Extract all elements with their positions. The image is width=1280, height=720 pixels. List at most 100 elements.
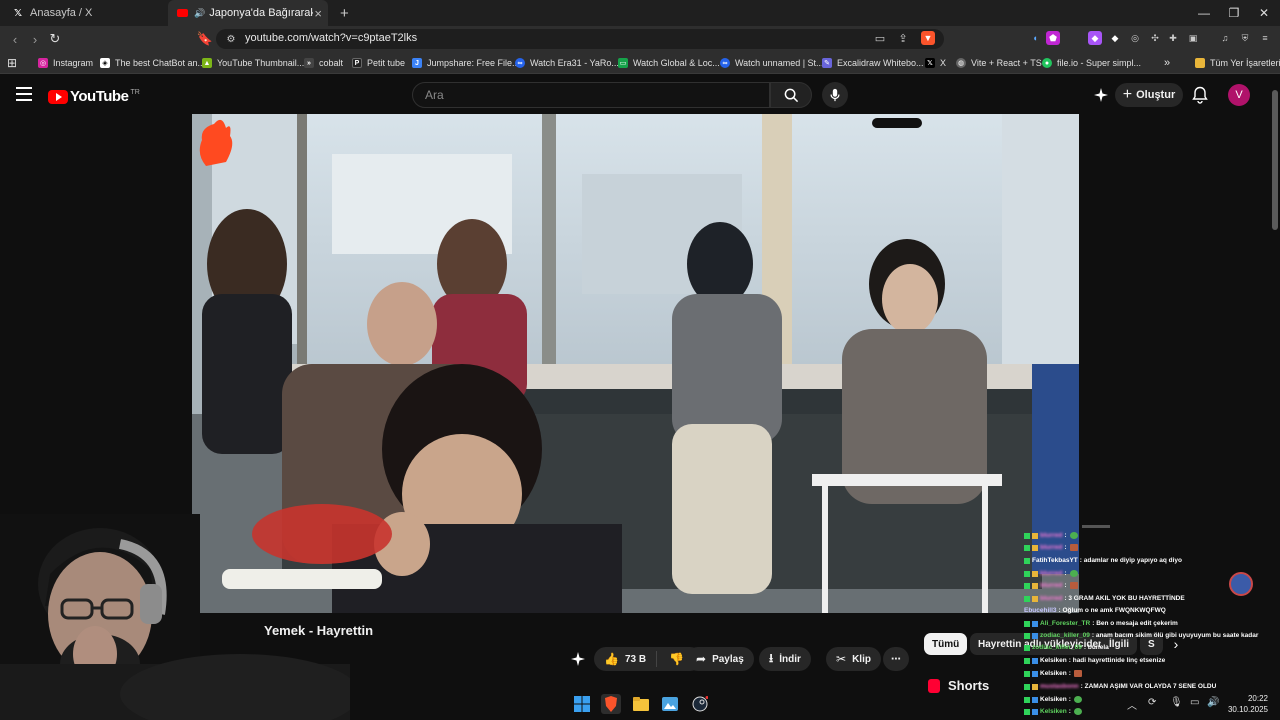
extension-gamepad-icon[interactable]: ◎ bbox=[1128, 31, 1142, 45]
microphone-icon bbox=[830, 88, 840, 102]
bookmark-vite[interactable]: ◍ Vite + React + TS bbox=[956, 55, 1042, 71]
watch-icon: ∞ bbox=[720, 58, 730, 68]
bookmark-global[interactable]: ▭ Watch Global & Loc... bbox=[618, 55, 720, 71]
new-tab-button[interactable]: + bbox=[332, 0, 352, 26]
url-text[interactable]: youtube.com/watch?v=c9ptaeT2lks bbox=[245, 32, 417, 44]
bookmark-excalidraw[interactable]: ✎ Excalidraw Whitebo... bbox=[822, 55, 924, 71]
steam-icon[interactable] bbox=[690, 694, 710, 714]
menu-hamburger-icon[interactable] bbox=[16, 87, 32, 101]
speaker-icon[interactable]: 🔊 bbox=[194, 8, 205, 19]
instagram-icon: ◎ bbox=[38, 58, 48, 68]
folder-icon bbox=[1195, 58, 1205, 68]
youtube-logo[interactable]: YouTube TR bbox=[48, 88, 140, 105]
chat-message: FatihTekbasYT: adamlar ne diyip yapıyo a… bbox=[1024, 557, 1182, 564]
chat-message: blurred: bbox=[1024, 582, 1078, 589]
globe-icon: ◍ bbox=[956, 58, 966, 68]
bookmark-fileio[interactable]: ● file.io - Super simpl... bbox=[1042, 55, 1141, 71]
chat-message: Kelsiken: bbox=[1024, 670, 1082, 677]
reload-icon[interactable]: ↻ bbox=[46, 30, 64, 48]
bookmark-chatbot[interactable]: ◈ The best ChatBot an... bbox=[100, 55, 205, 71]
restore-icon[interactable]: ❐ bbox=[1218, 0, 1250, 26]
sidebar-toggle-icon[interactable]: ▣ bbox=[1186, 31, 1200, 45]
ask-sparkle-icon[interactable] bbox=[570, 651, 588, 669]
tray-volume-icon[interactable]: 🔊 bbox=[1207, 697, 1219, 708]
clock-time: 20:22 bbox=[1247, 694, 1268, 703]
emote-icon bbox=[1069, 532, 1078, 539]
x-icon: 𝕏 bbox=[13, 7, 23, 19]
reader-mode-icon[interactable]: ▭ bbox=[873, 31, 887, 45]
like-button[interactable]: 👍 73 B bbox=[594, 651, 658, 667]
jumpshare-icon: J bbox=[412, 58, 422, 68]
search-input[interactable] bbox=[413, 83, 769, 107]
photos-icon[interactable] bbox=[660, 694, 680, 714]
extension-translate-icon[interactable]: ✣ bbox=[1148, 31, 1162, 45]
close-tab-icon[interactable]: × bbox=[314, 6, 322, 21]
apps-grid-icon[interactable]: ⊞ bbox=[7, 55, 17, 71]
taskbar-clock[interactable]: 20:22 30.10.2025 bbox=[1226, 693, 1268, 715]
bookmark-unnamed[interactable]: ∞ Watch unnamed | St... bbox=[720, 55, 824, 71]
tray-sync-icon[interactable]: ⟳ bbox=[1148, 697, 1156, 708]
tray-microphone-icon[interactable]: 🎙 bbox=[1170, 697, 1183, 708]
chip-all[interactable]: Tümü bbox=[924, 633, 968, 655]
browser-menu-icon[interactable]: ≡ bbox=[1258, 31, 1272, 45]
file-explorer-icon[interactable] bbox=[631, 694, 651, 714]
extension-puzzle-icon[interactable]: ◆ bbox=[1088, 31, 1102, 45]
youtube-icon bbox=[176, 7, 188, 19]
emote-icon bbox=[1069, 544, 1078, 551]
emote-icon bbox=[1069, 582, 1078, 589]
tray-overflow-chevron-icon[interactable]: ︿ bbox=[1127, 697, 1137, 712]
bookmark-x[interactable]: 𝕏X bbox=[925, 55, 946, 71]
search-button[interactable] bbox=[770, 82, 812, 108]
more-actions-button[interactable]: ⋯ bbox=[883, 647, 909, 671]
vpn-icon[interactable]: ⛨ bbox=[1238, 31, 1252, 45]
close-window-icon[interactable]: ✕ bbox=[1248, 0, 1280, 26]
bookmark-page-icon[interactable]: 🔖 bbox=[196, 30, 214, 48]
bookmark-petit-tube[interactable]: P Petit tube bbox=[352, 55, 405, 71]
share-page-icon[interactable]: ⇪ bbox=[896, 31, 910, 45]
media-icon[interactable]: ♫ bbox=[1218, 31, 1232, 45]
all-bookmarks-folder[interactable]: Tüm Yer İşaretleri bbox=[1195, 55, 1280, 71]
create-button[interactable]: + Oluştur bbox=[1115, 83, 1183, 107]
page-scrollbar[interactable] bbox=[1272, 90, 1278, 230]
gemini-sparkle-icon[interactable] bbox=[1093, 87, 1109, 103]
thumbnail-icon: ▲ bbox=[202, 58, 212, 68]
back-icon[interactable]: ‹ bbox=[6, 30, 24, 48]
extension-audio-icon[interactable]: ◖ bbox=[1028, 31, 1042, 45]
notifications-bell-icon[interactable] bbox=[1192, 86, 1210, 104]
extension-shield-icon[interactable]: ⬟ bbox=[1046, 31, 1060, 45]
search-icon bbox=[784, 88, 798, 102]
bookmark-cobalt[interactable]: » cobalt bbox=[304, 55, 343, 71]
bookmark-yt-thumbnail[interactable]: ▲ YouTube Thumbnail... bbox=[202, 55, 304, 71]
more-bookmarks-button[interactable]: » bbox=[1164, 55, 1170, 71]
bookmark-jumpshare[interactable]: J Jumpshare: Free File... bbox=[412, 55, 520, 71]
download-button[interactable]: ⭳ İndir bbox=[759, 647, 811, 671]
bookmark-era31[interactable]: ∞ Watch Era31 - YaRo... bbox=[515, 55, 619, 71]
channel-watermark-icon[interactable] bbox=[1229, 572, 1253, 596]
fileio-icon: ● bbox=[1042, 58, 1052, 68]
extension-diamond-icon[interactable]: ◆ bbox=[1108, 31, 1122, 45]
emote-icon bbox=[1069, 570, 1078, 577]
tab-title: Japonya'da Bağırarak Şarkı Sö bbox=[209, 7, 314, 19]
excalidraw-icon: ✎ bbox=[822, 58, 832, 68]
clip-button[interactable]: ✂ Klip bbox=[826, 647, 881, 671]
thumbs-down-icon: 👎 bbox=[669, 652, 685, 666]
bookmark-instagram[interactable]: ◎ Instagram bbox=[38, 55, 93, 71]
site-info-icon[interactable]: ⚙ bbox=[222, 30, 240, 48]
chat-header-bar bbox=[1082, 525, 1110, 528]
share-button[interactable]: ➦ Paylaş bbox=[686, 647, 754, 671]
windows-start-icon[interactable] bbox=[572, 694, 592, 714]
minimize-icon[interactable]: — bbox=[1188, 0, 1220, 26]
tray-display-icon[interactable]: ▭ bbox=[1190, 697, 1199, 708]
chat-message: zodiac_killer_09: bunela bbox=[1024, 644, 1109, 651]
avatar[interactable]: V bbox=[1228, 84, 1250, 106]
tab-youtube-video[interactable]: 🔊 Japonya'da Bağırarak Şarkı Sö × bbox=[168, 0, 328, 26]
petit-tube-icon: P bbox=[352, 58, 362, 68]
forward-icon[interactable]: › bbox=[26, 30, 44, 48]
extensions-menu-icon[interactable]: ✚ bbox=[1166, 31, 1180, 45]
search-field-wrapper bbox=[412, 82, 770, 108]
cobalt-icon: » bbox=[304, 58, 314, 68]
brave-browser-icon[interactable] bbox=[601, 694, 621, 714]
voice-search-button[interactable] bbox=[822, 82, 848, 108]
tab-x-home[interactable]: 𝕏 Anasayfa / X bbox=[4, 0, 166, 26]
brave-shields-icon[interactable]: ▼ bbox=[921, 31, 935, 45]
